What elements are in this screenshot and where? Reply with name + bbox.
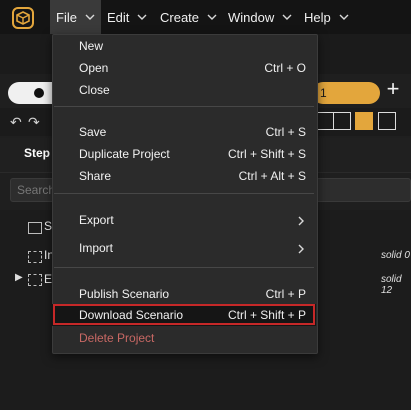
menu-item-open[interactable]: Open Ctrl + O [52, 57, 316, 79]
menu-item-label: Close [79, 83, 110, 97]
menu-item-label: New [79, 39, 104, 53]
menu-item-shortcut: Ctrl + S [265, 125, 306, 139]
menu-item-shortcut: Ctrl + Shift + S [227, 147, 306, 161]
menu-item-save[interactable]: Save Ctrl + S [52, 121, 316, 143]
image-tool-icon[interactable] [378, 112, 396, 130]
chevron-right-icon [296, 243, 306, 254]
menu-window-label: Window [228, 9, 275, 25]
menu-create-label: Create [160, 9, 200, 25]
menu-help-label: Help [304, 9, 331, 25]
menu-edit[interactable]: Edit [107, 0, 147, 34]
menu-item-label: Share [79, 169, 112, 183]
scenario-badge[interactable]: 1 [312, 82, 380, 104]
material-label: solid 12 [381, 274, 402, 296]
menu-window[interactable]: Window [228, 0, 292, 34]
menu-item-duplicate-project[interactable]: Duplicate Project Ctrl + Shift + S [52, 143, 316, 165]
radio-dot-icon [34, 88, 44, 98]
material-label: solid 0 [381, 250, 410, 261]
menu-edit-label: Edit [107, 9, 130, 25]
menu-item-label: Open [79, 61, 109, 75]
menu-item-close[interactable]: Close [52, 79, 316, 101]
app-logo-icon[interactable] [12, 7, 34, 29]
node-icon [28, 251, 42, 263]
search-placeholder: Search [17, 183, 56, 197]
menu-item-import[interactable]: Import [52, 237, 316, 259]
node-icon [28, 274, 42, 286]
menu-item-delete-project[interactable]: Delete Project [52, 327, 316, 349]
menu-divider [54, 267, 314, 268]
menu-item-label: Duplicate Project [79, 147, 170, 161]
chevron-right-icon [296, 215, 306, 226]
chevron-down-icon [137, 12, 147, 22]
transform-tool-icon[interactable] [333, 112, 351, 130]
chevron-down-icon [339, 12, 349, 22]
add-icon[interactable]: + [383, 78, 403, 100]
expand-arrow-icon[interactable]: ▶ [15, 272, 23, 283]
menu-divider [54, 106, 314, 107]
menu-item-shortcut: Ctrl + O [264, 61, 306, 75]
node-icon [28, 222, 42, 234]
scenario-badge-text: 1 [320, 86, 327, 100]
menu-item-publish-scenario[interactable]: Publish Scenario Ctrl + P [52, 283, 316, 305]
tree-item[interactable]: S [44, 219, 52, 233]
menu-create[interactable]: Create [160, 0, 217, 34]
menu-item-new[interactable]: New [52, 35, 316, 57]
menu-item-label: Import [79, 241, 114, 255]
menu-item-label: Delete Project [79, 331, 155, 345]
menu-item-label: Publish Scenario [79, 287, 170, 301]
menu-file-label: File [56, 9, 77, 25]
tab-step[interactable]: Step [24, 146, 50, 160]
menu-file[interactable]: File [50, 0, 101, 34]
menu-item-shortcut: Ctrl + Alt + S [238, 169, 306, 183]
chevron-down-icon [207, 12, 217, 22]
menu-divider [54, 193, 314, 194]
axis-tool-icon[interactable] [355, 112, 373, 130]
tree-item[interactable]: E [44, 272, 52, 286]
menu-item-shortcut: Ctrl + P [265, 287, 306, 301]
chevron-down-icon [85, 12, 95, 22]
chevron-down-icon [282, 12, 292, 22]
menu-item-share[interactable]: Share Ctrl + Alt + S [52, 165, 316, 187]
menu-help[interactable]: Help [304, 0, 349, 34]
redo-icon[interactable]: ↷ [28, 114, 40, 131]
highlight-border [53, 304, 315, 325]
menu-item-label: Export [79, 213, 114, 227]
menu-item-export[interactable]: Export [52, 209, 316, 231]
menu-item-label: Save [79, 125, 107, 139]
undo-icon[interactable]: ↶ [10, 114, 22, 131]
select-tool-icon[interactable] [316, 112, 334, 130]
